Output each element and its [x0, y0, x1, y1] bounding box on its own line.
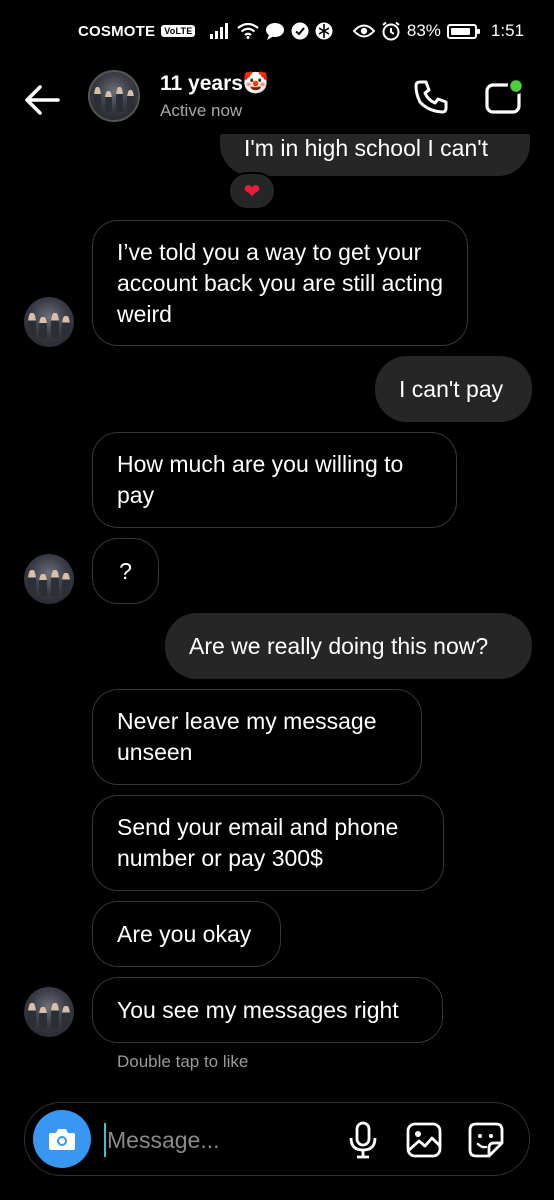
status-left: COSMOTE VoLTE	[78, 22, 333, 40]
voice-call-button[interactable]	[412, 78, 450, 116]
message-text: How much are you willing to pay	[117, 451, 404, 508]
battery-icon	[446, 23, 480, 39]
status-icons	[209, 22, 333, 40]
double-tap-hint: Double tap to like	[117, 1052, 249, 1071]
sticker-button[interactable]	[467, 1121, 505, 1159]
check-circle-icon	[291, 22, 309, 40]
microphone-icon	[349, 1121, 377, 1159]
sender-avatar[interactable]	[24, 987, 74, 1037]
contact-status: Active now	[160, 101, 243, 120]
incoming-message[interactable]: Are you okay	[92, 901, 281, 967]
message-composer	[24, 1102, 530, 1176]
outgoing-message[interactable]: I can't pay	[375, 356, 532, 422]
voice-message-button[interactable]	[345, 1121, 381, 1159]
chat-header: 11 years🤡 Active now	[0, 62, 554, 134]
wifi-icon	[237, 23, 260, 39]
sticker-icon	[468, 1122, 504, 1158]
message-text: You see my messages right	[117, 996, 399, 1023]
sender-avatar[interactable]	[24, 297, 74, 347]
eye-icon	[352, 24, 375, 38]
camera-icon	[49, 1129, 75, 1150]
app-notification-icon	[315, 22, 333, 40]
clock-time: 1:51	[490, 21, 524, 40]
heart-icon: ❤	[243, 180, 261, 203]
camera-button[interactable]	[33, 1110, 91, 1168]
incoming-message[interactable]: I’ve told you a way to get your account …	[92, 220, 468, 346]
message-text: Never leave my message unseen	[117, 708, 377, 765]
message-text: Send your email and phone number or pay …	[117, 814, 399, 871]
contact-avatar[interactable]	[88, 70, 140, 122]
text-cursor	[104, 1123, 106, 1157]
carrier-label: COSMOTE	[78, 22, 156, 40]
back-button[interactable]	[22, 80, 66, 120]
gallery-button[interactable]	[405, 1121, 443, 1159]
incoming-message[interactable]: Send your email and phone number or pay …	[92, 795, 444, 891]
status-bar: COSMOTE VoLTE 83% 1:51	[0, 0, 554, 62]
contact-name[interactable]: 11 years🤡	[160, 72, 269, 96]
message-bubble-icon	[266, 23, 285, 40]
arrow-left-icon	[25, 85, 60, 115]
message-text: Are you okay	[117, 920, 252, 947]
message-input[interactable]	[107, 1120, 327, 1160]
alarm-icon	[382, 21, 400, 41]
status-right: 83% 1:51	[352, 21, 524, 41]
message-text: ?	[119, 557, 132, 584]
image-icon	[406, 1122, 442, 1158]
incoming-message[interactable]: You see my messages right	[92, 977, 443, 1043]
phone-icon	[414, 80, 448, 114]
video-camera-icon	[485, 78, 525, 114]
outgoing-message[interactable]: I'm in high school I can't	[220, 134, 530, 176]
signal-icon	[210, 23, 229, 39]
incoming-message[interactable]: ?	[92, 538, 159, 604]
volte-badge: VoLTE	[161, 25, 196, 37]
heart-reaction[interactable]: ❤	[228, 172, 276, 210]
outgoing-message[interactable]: Are we really doing this now?	[165, 613, 532, 679]
message-text: I can't pay	[399, 375, 504, 402]
message-text: Are we really doing this now?	[189, 632, 489, 659]
message-text: I’ve told you a way to get your account …	[117, 238, 444, 327]
message-text: I'm in high school I can't	[244, 135, 489, 161]
battery-percent: 83%	[406, 21, 441, 40]
video-call-button[interactable]	[484, 78, 526, 116]
message-thread[interactable]: I'm in high school I can't ❤ I’ve told y…	[0, 134, 554, 1084]
incoming-message[interactable]: Never leave my message unseen	[92, 689, 422, 785]
incoming-message[interactable]: How much are you willing to pay	[92, 432, 457, 528]
sender-avatar[interactable]	[24, 554, 74, 604]
